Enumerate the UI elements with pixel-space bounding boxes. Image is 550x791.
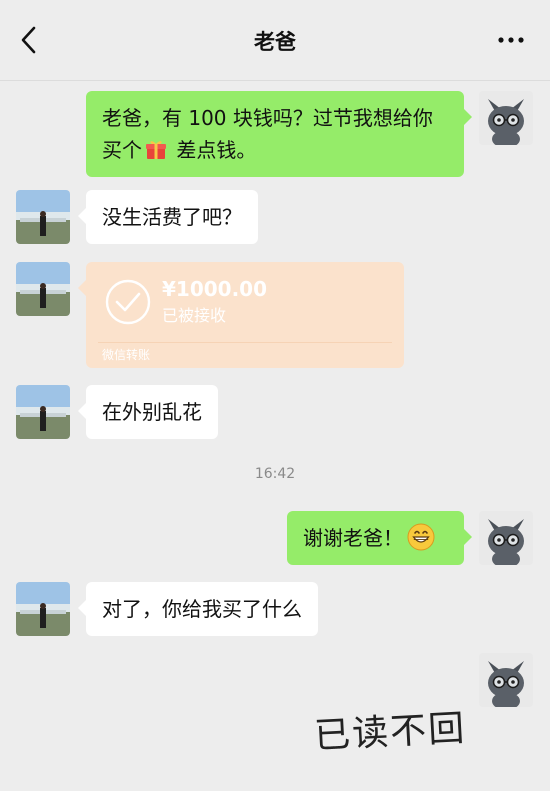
dad-avatar[interactable]	[16, 190, 70, 244]
message-text: 谢谢老爸！	[303, 526, 403, 550]
message-text-end: 差点钱。	[170, 138, 257, 162]
message-bubble-received[interactable]: 没生活费了吧？	[78, 190, 258, 244]
message-bubble-received[interactable]: 对了，你给我买了什么	[78, 582, 318, 636]
message-timestamp: 16:42	[254, 466, 296, 482]
transfer-source-label: 微信转账	[102, 348, 151, 362]
cat-avatar-icon	[479, 511, 533, 565]
money-transfer-card[interactable]: ¥1000.00 已被接收 微信转账	[78, 262, 404, 368]
transfer-divider	[98, 342, 392, 343]
my-avatar[interactable]	[479, 91, 533, 145]
dad-photo-icon	[16, 385, 70, 439]
message-text: 没生活费了吧？	[102, 205, 242, 229]
transfer-status: 已被接收	[162, 306, 227, 325]
dad-photo-icon	[16, 190, 70, 244]
dad-photo-icon	[16, 262, 70, 316]
cat-avatar-icon	[479, 653, 533, 707]
handwritten-annotation: 已读不回	[313, 708, 468, 757]
message-bubble-sent[interactable]: 谢谢老爸！	[287, 511, 472, 565]
dad-photo-icon	[16, 582, 70, 636]
transfer-amount: ¥1000.00	[162, 277, 268, 301]
grinning-emoji-icon	[407, 523, 435, 551]
dad-avatar[interactable]	[16, 385, 70, 439]
message-bubble-sent[interactable]: 老爸，有 100 块钱吗？过节我想给你买个 差点钱。	[86, 91, 472, 177]
cat-avatar-icon	[479, 91, 533, 145]
chat-header: 老爸	[0, 0, 550, 81]
message-text: 对了，你给我买了什么	[102, 597, 302, 621]
chat-title: 老爸	[254, 30, 296, 54]
message-bubble-received[interactable]: 在外别乱花	[78, 385, 218, 439]
ellipsis-icon	[498, 37, 524, 43]
dad-avatar[interactable]	[16, 262, 70, 316]
my-avatar[interactable]	[479, 511, 533, 565]
dad-avatar[interactable]	[16, 582, 70, 636]
check-circle-icon	[105, 279, 151, 325]
gift-icon	[146, 141, 166, 159]
more-options-button[interactable]	[496, 26, 526, 54]
my-avatar[interactable]	[479, 653, 533, 707]
message-text: 在外别乱花	[102, 400, 202, 424]
